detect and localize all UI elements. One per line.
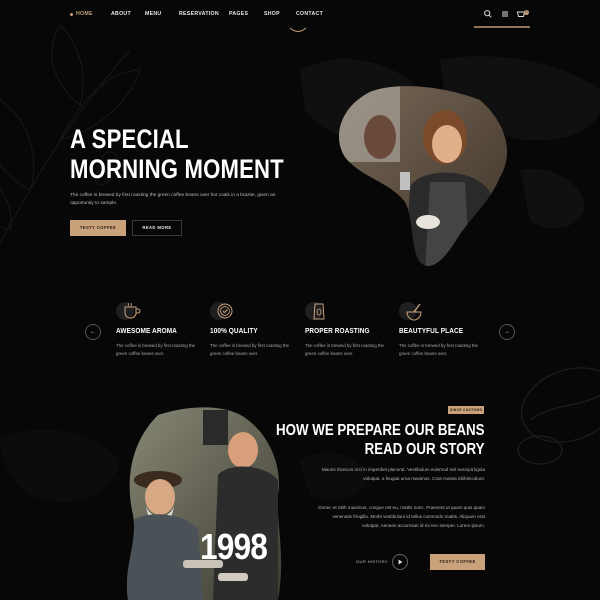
active-dot [70,12,73,16]
nav-home[interactable]: HOME [76,11,93,17]
feature-title: AWESOME AROMA [116,326,177,335]
story-paragraph-2: Donec et nibh maximus, congue est eu, ma… [318,505,485,528]
hero-description: The coffee is brewed by first roasting t… [70,193,276,206]
nav-reservation[interactable]: RESERVATION [179,11,219,17]
header-accent-line [474,26,530,28]
hero-title-line1: A SPECIAL [70,124,189,154]
cart-count-badge: 0 [524,10,529,15]
hero-read-more-button[interactable]: READ MORE [132,220,182,236]
quality-badge-icon [210,302,233,320]
nav-menu[interactable]: MENU [145,11,161,17]
search-icon[interactable] [483,9,493,19]
story-baristas-photo [126,407,282,600]
story-tasty-coffee-button[interactable]: TESTY COFFEE [430,554,485,570]
feature-title: BEAUTYFUL PLACE [399,326,464,335]
story-title-line1: HOW WE PREPARE OUR BEANS [276,422,485,439]
play-icon [398,559,403,565]
top-navigation: HOME ABOUT MENU RESERVATION PAGES SHOP C… [0,0,600,32]
nav-contact[interactable]: CONTACT [296,11,323,17]
nav-pages[interactable]: PAGES [229,11,248,17]
hero-tasty-coffee-button[interactable]: TESTY COFFEE [70,220,126,236]
feature-title: 100% QUALITY [210,326,258,335]
feature-text: The coffee is brewed by first roasting t… [399,343,478,356]
hero-title-line2: MORNING MOMENT [70,154,284,184]
story-title: HOW WE PREPARE OUR BEANS READ OUR STORY [276,421,485,459]
menu-icon[interactable] [500,9,510,19]
feature-title: PROPER ROASTING [305,326,370,335]
hero-barista-photo [338,86,508,266]
play-video-button[interactable] [392,554,408,570]
since-year: 1998 [200,526,268,567]
coffee-bag-icon [305,302,325,320]
mortar-pestle-icon [399,302,422,321]
our-history-label[interactable]: OUR HISTORY [356,559,388,564]
story-title-line2: READ OUR STORY [365,441,485,458]
logo-ornament-icon [289,27,307,32]
feature-text: The coffee is brewed by first roasting t… [305,343,384,356]
story-tag-badge: SINCE CUSTOMS [448,406,484,414]
nav-about[interactable]: ABOUT [111,11,131,17]
carousel-prev-button[interactable]: ← [85,324,101,340]
carousel-next-button[interactable]: → [499,324,515,340]
hero-title: A SPECIAL MORNING MOMENT [70,124,284,184]
feature-text: The coffee is brewed by first roasting t… [210,343,289,356]
nav-shop[interactable]: SHOP [264,11,280,17]
coffee-cup-icon [116,302,141,320]
feature-text: The coffee is brewed by first roasting t… [116,343,195,356]
page: HOME ABOUT MENU RESERVATION PAGES SHOP C… [0,0,600,600]
story-paragraph-1: Mauris rhoncus orci in imperdiet placera… [321,467,485,481]
